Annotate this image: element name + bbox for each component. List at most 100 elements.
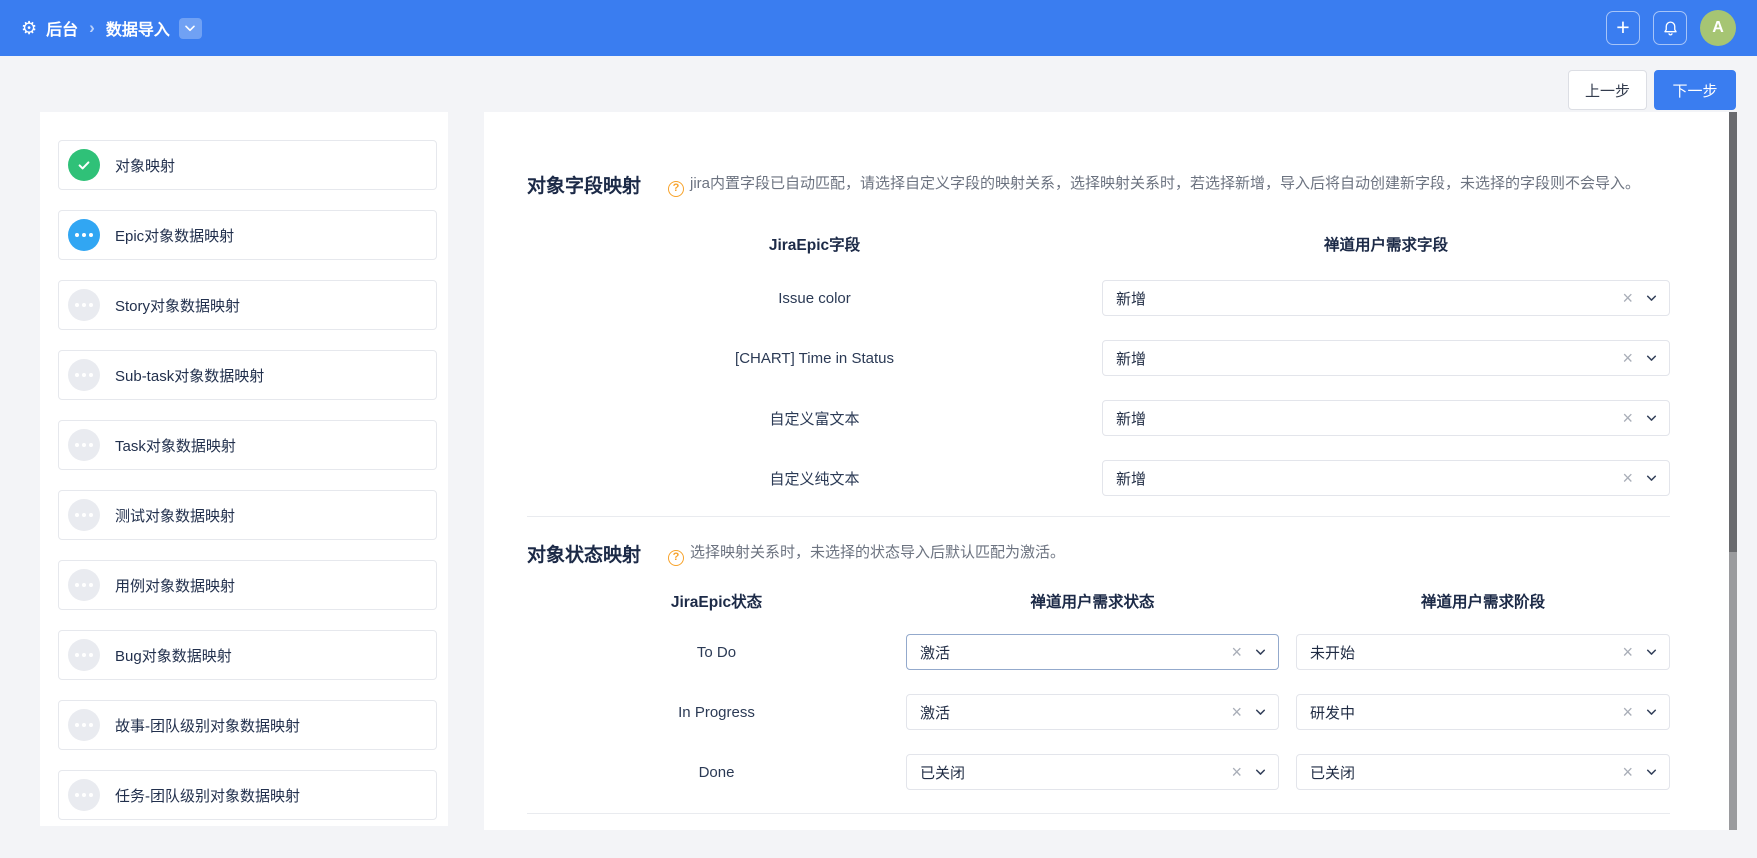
- jira-field-label: 自定义纯文本: [527, 468, 1102, 489]
- step-status-icon: [68, 289, 100, 321]
- next-step-button[interactable]: 下一步: [1654, 70, 1736, 110]
- column-header-zentao-status: 禅道用户需求状态: [906, 590, 1279, 612]
- chevron-down-icon[interactable]: [1645, 766, 1658, 779]
- clear-icon[interactable]: [1231, 643, 1242, 661]
- clear-icon[interactable]: [1622, 469, 1633, 487]
- breadcrumb-current[interactable]: 数据导入: [106, 16, 170, 40]
- chevron-down-icon[interactable]: [1254, 766, 1267, 779]
- clear-icon[interactable]: [1622, 409, 1633, 427]
- avatar[interactable]: A: [1700, 10, 1736, 46]
- breadcrumb-dropdown-button[interactable]: [179, 18, 202, 39]
- step-status-icon: [68, 709, 100, 741]
- step-label: Task对象数据映射: [115, 435, 236, 456]
- topbar-actions: + A: [1606, 10, 1736, 46]
- ellipsis-icon: [75, 443, 79, 447]
- sidebar-step-item[interactable]: Sub-task对象数据映射: [58, 350, 437, 400]
- sidebar-step-item[interactable]: Bug对象数据映射: [58, 630, 437, 680]
- sidebar-step-item[interactable]: Story对象数据映射: [58, 280, 437, 330]
- step-label: Sub-task对象数据映射: [115, 365, 264, 386]
- zentao-field-select[interactable]: 新增: [1102, 400, 1670, 436]
- status-mapping-rows: To Do 激活 未开始 In Progress: [527, 622, 1670, 802]
- clear-icon[interactable]: [1622, 703, 1633, 721]
- zentao-field-select[interactable]: 新增: [1102, 340, 1670, 376]
- step-label: 用例对象数据映射: [115, 575, 235, 596]
- chevron-down-icon[interactable]: [1645, 412, 1658, 425]
- chevron-down-icon[interactable]: [1645, 472, 1658, 485]
- jira-status-label: Done: [527, 764, 906, 781]
- status-mapping-title: 对象状态映射: [527, 540, 668, 567]
- step-status-icon: [68, 219, 100, 251]
- select-value: 新增: [1116, 288, 1146, 309]
- breadcrumb: ⚙︎ 后台 › 数据导入: [21, 16, 202, 40]
- zentao-stage-select[interactable]: 已关闭: [1296, 754, 1670, 790]
- jira-field-label: Issue color: [527, 290, 1102, 307]
- zentao-status-select[interactable]: 激活: [906, 634, 1279, 670]
- clear-icon[interactable]: [1622, 763, 1633, 781]
- chevron-down-icon[interactable]: [1645, 292, 1658, 305]
- column-header-jira-status: JiraEpic状态: [527, 590, 906, 612]
- section-divider: [527, 813, 1670, 814]
- step-label: 对象映射: [115, 155, 175, 176]
- column-header-zentao-field: 禅道用户需求字段: [1102, 233, 1670, 255]
- clear-icon[interactable]: [1231, 763, 1242, 781]
- scrollbar-thumb[interactable]: [1729, 112, 1737, 552]
- sidebar-step-item[interactable]: 测试对象数据映射: [58, 490, 437, 540]
- status-mapping-row: Done 已关闭 已关闭: [527, 742, 1670, 802]
- prev-step-button[interactable]: 上一步: [1568, 70, 1647, 110]
- step-status-icon: [68, 779, 100, 811]
- ellipsis-icon: [75, 653, 79, 657]
- step-status-icon: [68, 429, 100, 461]
- select-value: 激活: [920, 702, 950, 723]
- jira-field-label: 自定义富文本: [527, 408, 1102, 429]
- notifications-button[interactable]: [1653, 11, 1687, 45]
- zentao-status-select[interactable]: 激活: [906, 694, 1279, 730]
- field-mapping-row: 自定义富文本 新增: [527, 388, 1670, 448]
- zentao-status-select[interactable]: 已关闭: [906, 754, 1279, 790]
- add-button[interactable]: +: [1606, 11, 1640, 45]
- clear-icon[interactable]: [1622, 643, 1633, 661]
- status-mapping-row: To Do 激活 未开始: [527, 622, 1670, 682]
- status-mapping-columns: JiraEpic状态 禅道用户需求状态 禅道用户需求阶段: [527, 589, 1670, 613]
- step-label: 测试对象数据映射: [115, 505, 235, 526]
- zentao-field-select[interactable]: 新增: [1102, 280, 1670, 316]
- sidebar-step-item[interactable]: 用例对象数据映射: [58, 560, 437, 610]
- jira-field-label: [CHART] Time in Status: [527, 350, 1102, 367]
- gear-icon: ⚙︎: [21, 19, 37, 37]
- field-mapping-help: jira内置字段已自动匹配，请选择自定义字段的映射关系，选择映射关系时，若选择新…: [668, 171, 1670, 197]
- clear-icon[interactable]: [1622, 349, 1633, 367]
- ellipsis-icon: [75, 793, 79, 797]
- main-panel: 对象字段映射 jira内置字段已自动匹配，请选择自定义字段的映射关系，选择映射关…: [484, 112, 1729, 830]
- chevron-right-icon: ›: [89, 18, 95, 38]
- sidebar-step-item[interactable]: Task对象数据映射: [58, 420, 437, 470]
- zentao-field-select[interactable]: 新增: [1102, 460, 1670, 496]
- zentao-stage-select[interactable]: 未开始: [1296, 634, 1670, 670]
- breadcrumb-root[interactable]: 后台: [46, 16, 78, 40]
- chevron-down-icon[interactable]: [1254, 646, 1267, 659]
- scrollbar-track[interactable]: [1729, 112, 1737, 830]
- step-status-icon: [68, 359, 100, 391]
- field-mapping-row: Issue color 新增: [527, 268, 1670, 328]
- chevron-down-icon[interactable]: [1645, 706, 1658, 719]
- zentao-stage-select[interactable]: 研发中: [1296, 694, 1670, 730]
- step-status-icon: [68, 639, 100, 671]
- field-mapping-row: [CHART] Time in Status 新增: [527, 328, 1670, 388]
- clear-icon[interactable]: [1622, 289, 1633, 307]
- select-value: 新增: [1116, 468, 1146, 489]
- sidebar-step-item[interactable]: Epic对象数据映射: [58, 210, 437, 260]
- sidebar-step-item[interactable]: 故事-团队级别对象数据映射: [58, 700, 437, 750]
- select-value: 未开始: [1310, 642, 1355, 663]
- clear-icon[interactable]: [1231, 703, 1242, 721]
- ellipsis-icon: [75, 583, 79, 587]
- steps-sidebar: 对象映射 Epic对象数据映射 Story对象数据映射 Sub-task对象数据…: [40, 112, 448, 826]
- sidebar-step-item[interactable]: 对象映射: [58, 140, 437, 190]
- ellipsis-icon: [75, 513, 79, 517]
- sidebar-step-item[interactable]: 任务-团队级别对象数据映射: [58, 770, 437, 820]
- step-label: Story对象数据映射: [115, 295, 240, 316]
- wizard-toolbar: 上一步 下一步: [0, 56, 1757, 112]
- step-status-icon: [68, 569, 100, 601]
- chevron-down-icon[interactable]: [1645, 646, 1658, 659]
- step-label: 任务-团队级别对象数据映射: [115, 785, 300, 806]
- chevron-down-icon[interactable]: [1645, 352, 1658, 365]
- chevron-down-icon[interactable]: [1254, 706, 1267, 719]
- select-value: 已关闭: [920, 762, 965, 783]
